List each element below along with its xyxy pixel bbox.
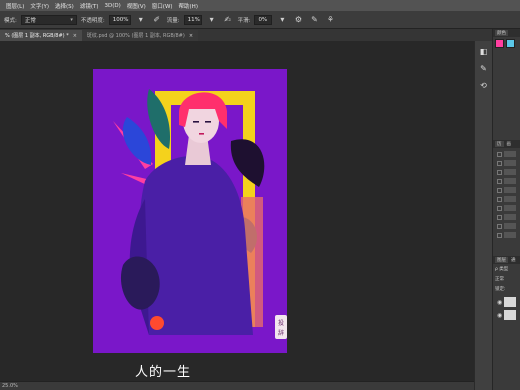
layers-list: ◉ ◉ — [493, 294, 520, 324]
chevron-down-icon[interactable]: ▾ — [206, 14, 218, 26]
mode-select[interactable]: 正常 ▾ — [20, 14, 77, 25]
tab-history[interactable]: 历 — [495, 141, 504, 147]
list-item[interactable] — [497, 150, 516, 158]
flow-value: 11% — [187, 16, 200, 23]
mode-label: 模式: — [4, 17, 17, 24]
color-panel-icon[interactable]: ◧ — [477, 44, 491, 58]
panel-icon-strip: ◧ ✎ ⟲ — [474, 41, 492, 390]
list-item[interactable] — [497, 204, 516, 212]
stamp-char-1: 投 — [278, 319, 284, 327]
zoom-readout[interactable]: 25.0% — [2, 383, 18, 389]
flow-label: 流量: — [166, 17, 180, 24]
close-icon[interactable]: × — [73, 33, 77, 39]
chevron-down-icon[interactable]: ▾ — [135, 14, 147, 26]
pressure-size-icon[interactable]: ✎ — [308, 14, 320, 26]
menu-layer[interactable]: 图层(L) — [0, 2, 27, 10]
layers-panel-header: 图层 通 — [493, 256, 520, 264]
tab-document-1[interactable]: % (图层 1 副本, RGB/8#) * × — [0, 30, 82, 41]
layer-kind-filter[interactable]: ρ 类型 — [493, 264, 520, 274]
tab-brushes[interactable]: 画 — [507, 141, 512, 147]
brush-panel-icon[interactable]: ✎ — [477, 61, 491, 75]
blend-mode-select[interactable]: 正常 — [493, 274, 520, 284]
flow-field[interactable]: 11% — [183, 14, 202, 25]
layer-row[interactable]: ◉ — [497, 309, 516, 321]
tab-label: % (图层 1 副本, RGB/8#) * — [5, 33, 69, 39]
menu-filter[interactable]: 滤镜(T) — [77, 2, 102, 10]
tab-label: 斑纹.psd @ 100% (图层 1 副本, RGB/8#) — [86, 33, 185, 39]
tab-channels[interactable]: 通 — [511, 257, 516, 263]
background-swatch[interactable] — [506, 39, 515, 48]
stamp-char-2: 辞 — [278, 329, 284, 337]
mode-value: 正常 — [24, 17, 36, 24]
tab-document-2[interactable]: 斑纹.psd @ 100% (图层 1 副本, RGB/8#) × — [81, 30, 199, 41]
illustration: 投 辞 — [93, 69, 287, 353]
options-bar: 模式: 正常 ▾ 不透明度: 100% ▾ ✐ 流量: 11% ▾ ✍ 平滑: 0… — [0, 11, 520, 29]
smooth-field[interactable]: 0% — [254, 14, 273, 25]
menu-view[interactable]: 视图(V) — [124, 2, 149, 10]
smooth-value: 0% — [258, 16, 268, 23]
list-item[interactable] — [497, 222, 516, 230]
layer-row[interactable]: ◉ — [497, 296, 516, 308]
artboard[interactable]: 投 辞 — [93, 69, 287, 353]
status-bar: 25.0% — [0, 381, 474, 390]
lock-label: 锁定: — [495, 287, 506, 292]
menu-help[interactable]: 帮助(H) — [176, 2, 201, 10]
foreground-swatch[interactable] — [495, 39, 504, 48]
chevron-down-icon: ▾ — [70, 16, 73, 23]
history-panel-icon[interactable]: ⟲ — [477, 78, 491, 92]
tab-color[interactable]: 颜色 — [495, 30, 508, 36]
list-item[interactable] — [497, 159, 516, 167]
list-item[interactable] — [497, 186, 516, 194]
list-item[interactable] — [497, 168, 516, 176]
list-item[interactable] — [497, 195, 516, 203]
opacity-label: 不透明度: — [80, 17, 105, 24]
symmetry-icon[interactable]: ⚘ — [324, 14, 336, 26]
caption-text: 人的一生 — [135, 365, 192, 380]
smooth-label: 平滑: — [237, 17, 251, 24]
color-panel-header: 颜色 — [493, 29, 520, 37]
eye-icon[interactable]: ◉ — [497, 312, 502, 319]
pressure-opacity-icon[interactable]: ✐ — [151, 14, 163, 26]
history-list — [493, 148, 520, 242]
list-item[interactable] — [497, 177, 516, 185]
right-panel: 颜色 历 画 图层 通 ρ 类型 正常 锁定: ◉ ◉ — [492, 29, 520, 390]
airbrush-icon[interactable]: ✍ — [222, 14, 234, 26]
menu-select[interactable]: 选择(S) — [52, 2, 77, 10]
document-tab-bar: % (图层 1 副本, RGB/8#) * × 斑纹.psd @ 100% (图层… — [0, 29, 492, 41]
menu-3d[interactable]: 3D(D) — [101, 3, 123, 9]
list-item[interactable] — [497, 213, 516, 221]
opacity-field[interactable]: 100% — [108, 14, 131, 25]
menu-bar: 图层(L) 文字(Y) 选择(S) 滤镜(T) 3D(D) 视图(V) 窗口(W… — [0, 0, 520, 11]
gear-icon[interactable]: ⚙ — [292, 14, 304, 26]
tab-layers[interactable]: 图层 — [495, 257, 508, 263]
menu-window[interactable]: 窗口(W) — [149, 2, 176, 10]
opacity-value: 100% — [112, 16, 129, 23]
eye-icon[interactable]: ◉ — [497, 299, 502, 306]
color-swatches — [493, 37, 520, 50]
orange-flower — [150, 316, 164, 330]
menu-type[interactable]: 文字(Y) — [27, 2, 52, 10]
list-item[interactable] — [497, 231, 516, 239]
chevron-down-icon[interactable]: ▾ — [276, 14, 288, 26]
history-panel-header: 历 画 — [493, 140, 520, 148]
close-icon[interactable]: × — [189, 33, 193, 39]
canvas-area[interactable]: 投 辞 人的一生 — [0, 41, 474, 381]
